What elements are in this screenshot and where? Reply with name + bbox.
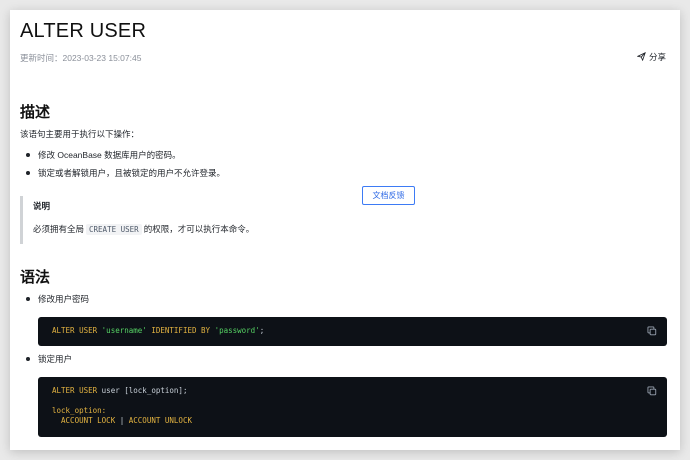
- copy-icon: [647, 326, 657, 336]
- copy-code-button[interactable]: [647, 326, 657, 336]
- code-line: ALTER USER user [lock_option];: [52, 386, 188, 395]
- list-item: 修改 OceanBase 数据库用户的密码。: [26, 149, 181, 161]
- doc-feedback-button[interactable]: 文档反馈: [362, 186, 415, 205]
- send-icon: [636, 51, 646, 63]
- code-line: lock_option:: [52, 406, 107, 415]
- code-block: ALTER USER 'username' IDENTIFIED BY 'pas…: [38, 317, 667, 346]
- list-item-text: 锁定用户: [38, 354, 73, 364]
- note-title: 说明: [33, 201, 51, 211]
- section-heading-syntax: 语法: [20, 269, 51, 286]
- list-item-text: 修改 OceanBase 数据库用户的密码。: [38, 150, 181, 160]
- list-item-text: 修改用户密码: [38, 294, 90, 304]
- list-item: 锁定或者解锁用户，且被锁定的用户不允许登录。: [26, 167, 225, 179]
- note-callout: 说明 必须拥有全局 CREATE USER 的权限，才可以执行本命令。: [20, 196, 320, 244]
- page-title: ALTER USER: [20, 20, 147, 42]
- code-line: ACCOUNT LOCK | ACCOUNT UNLOCK: [61, 416, 192, 425]
- code-line: ALTER USER 'username' IDENTIFIED BY 'pas…: [52, 326, 265, 335]
- share-button[interactable]: 分享: [636, 51, 666, 63]
- list-item: 锁定用户: [26, 353, 72, 365]
- inline-code: CREATE USER: [86, 224, 142, 235]
- list-item: 修改用户密码: [26, 293, 89, 305]
- list-item-text: 锁定或者解锁用户，且被锁定的用户不允许登录。: [38, 168, 226, 178]
- share-label: 分享: [648, 52, 666, 62]
- description-intro: 该语句主要用于执行以下操作：: [20, 129, 140, 139]
- section-heading-description: 描述: [20, 104, 51, 121]
- document-page: ALTER USER 更新时间：2023-03-23 15:07:45 分享 描…: [10, 10, 680, 450]
- note-text: 必须拥有全局 CREATE USER 的权限，才可以执行本命令。: [33, 224, 255, 235]
- code-block: ALTER USER user [lock_option]; lock_opti…: [38, 377, 667, 437]
- copy-code-button[interactable]: [647, 386, 657, 396]
- update-timestamp: 更新时间：2023-03-23 15:07:45: [20, 53, 142, 63]
- copy-icon: [647, 386, 657, 396]
